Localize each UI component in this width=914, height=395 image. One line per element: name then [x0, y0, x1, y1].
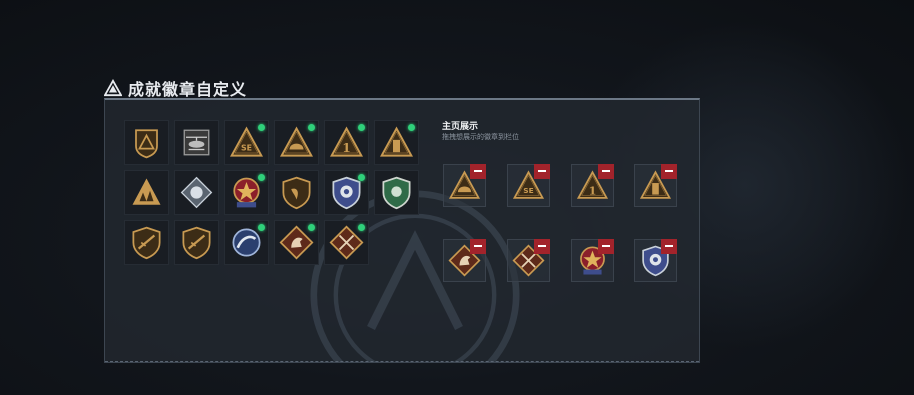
showcase-subtitle: 拖拽想展示的徽章到栏位 — [442, 133, 519, 141]
svg-text:1: 1 — [588, 184, 596, 198]
showcase-slot[interactable] — [443, 164, 486, 207]
badge-slot[interactable] — [274, 220, 319, 265]
soldiers-triangle-badge-icon — [132, 178, 161, 205]
svg-text:SE: SE — [523, 186, 533, 195]
new-indicator-dot — [358, 224, 365, 231]
minus-icon[interactable] — [534, 164, 550, 179]
minus-icon[interactable] — [661, 239, 677, 254]
minus-icon[interactable] — [470, 239, 486, 254]
badge-slot[interactable] — [274, 120, 319, 165]
showcase-title: 主页展示 — [442, 122, 479, 132]
helicopter-badge-icon — [183, 129, 210, 156]
rifle-shield-badge-icon — [182, 226, 211, 260]
showcase-slot[interactable] — [507, 239, 550, 282]
minus-icon[interactable] — [598, 239, 614, 254]
showcase-slot[interactable] — [571, 239, 614, 282]
page-title: 成就徽章自定义 — [128, 80, 248, 99]
diamond-emblem-badge-icon — [180, 176, 213, 209]
badge-slot[interactable] — [124, 170, 169, 215]
badge-collection-grid: SE 1 — [124, 120, 419, 265]
badge-slot[interactable] — [174, 170, 219, 215]
new-indicator-dot — [308, 224, 315, 231]
badge-slot[interactable] — [324, 170, 369, 215]
showcase-slot[interactable] — [443, 239, 486, 282]
warning-triangle-icon — [104, 79, 122, 97]
minus-icon[interactable] — [598, 164, 614, 179]
new-indicator-dot — [258, 124, 265, 131]
badge-slot[interactable] — [274, 170, 319, 215]
svg-text:SE: SE — [241, 143, 252, 152]
badge-panel: SE 1 主页展示 拖拽想展示的徽章到栏位 SE 1 — [104, 98, 700, 363]
showcase-slot[interactable]: 1 — [571, 164, 614, 207]
showcase-slot[interactable] — [634, 239, 677, 282]
new-indicator-dot — [358, 124, 365, 131]
pyramid-shield-badge-icon — [135, 129, 158, 159]
rifle-shield-badge-icon — [132, 226, 161, 260]
new-indicator-dot — [258, 174, 265, 181]
badge-slot[interactable] — [374, 170, 419, 215]
badge-slot[interactable] — [124, 220, 169, 265]
new-indicator-dot — [358, 174, 365, 181]
badge-slot[interactable] — [174, 220, 219, 265]
green-shield-badge-icon — [382, 176, 411, 210]
minus-icon[interactable] — [470, 164, 486, 179]
wing-shield-badge-icon — [282, 176, 311, 210]
page-header: 成就徽章自定义 — [104, 77, 247, 99]
showcase-slot[interactable]: SE — [507, 164, 550, 207]
new-indicator-dot — [258, 224, 265, 231]
badge-slot[interactable] — [124, 120, 169, 165]
badge-slot[interactable] — [224, 170, 269, 215]
badge-slot[interactable] — [174, 120, 219, 165]
showcase-slot[interactable] — [634, 164, 677, 207]
minus-icon[interactable] — [534, 239, 550, 254]
badge-slot[interactable] — [224, 220, 269, 265]
badge-slot[interactable]: SE — [224, 120, 269, 165]
badge-slot[interactable] — [374, 120, 419, 165]
svg-text:1: 1 — [342, 140, 351, 155]
new-indicator-dot — [308, 124, 315, 131]
badge-slot[interactable] — [324, 220, 369, 265]
panel-bottom-divider — [105, 361, 699, 362]
minus-icon[interactable] — [661, 164, 677, 179]
new-indicator-dot — [408, 124, 415, 131]
badge-slot[interactable]: 1 — [324, 120, 369, 165]
